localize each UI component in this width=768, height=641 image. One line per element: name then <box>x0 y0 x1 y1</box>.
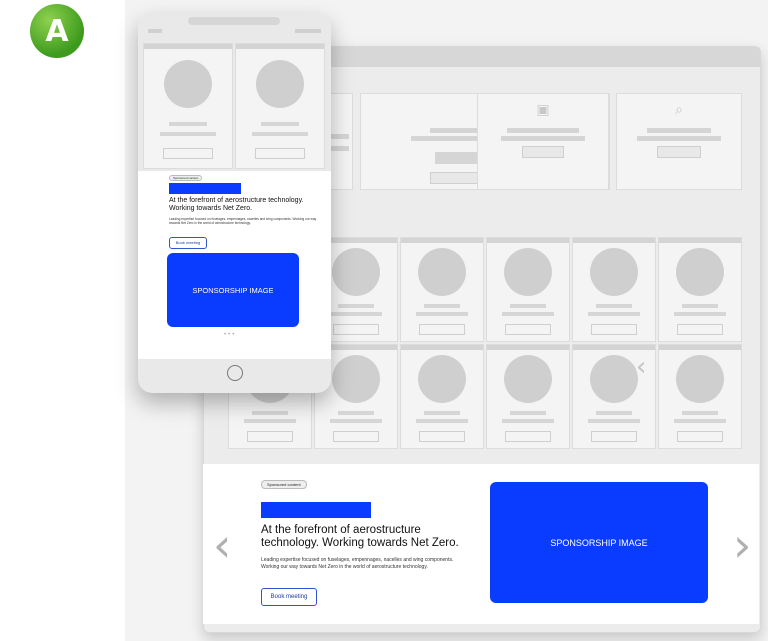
desktop-body: Leading expertise focused on fuselages, … <box>261 557 454 570</box>
mobile-headline: At the forefront of aerostructure techno… <box>169 197 304 212</box>
mobile-body: Leading expertise focused on fuselages, … <box>169 217 317 226</box>
sponsorship-image: SPONSORSHIP IMAGE <box>490 482 708 603</box>
feature-card[interactable]: ⌕ <box>616 93 742 190</box>
mobile-title-accent-bar <box>169 183 241 194</box>
status-icons <box>295 29 321 33</box>
profile-card[interactable] <box>400 237 484 342</box>
section-badge: A <box>30 4 84 58</box>
profile-card[interactable] <box>658 237 742 342</box>
mobile-mockup: Sponsored content At the forefront of ae… <box>138 13 331 393</box>
chat-icon: ▣ <box>536 102 550 118</box>
pagination-dots[interactable]: ••• <box>224 332 236 338</box>
status-time <box>148 29 162 33</box>
desktop-headline: At the forefront of aerostructure techno… <box>261 524 459 549</box>
mobile-profile-card[interactable] <box>235 43 325 169</box>
profile-card[interactable] <box>486 344 570 449</box>
next-chevron-icon[interactable]: › <box>733 522 751 568</box>
mobile-sponsored-tag: Sponsored content <box>169 175 203 181</box>
profile-card[interactable] <box>486 237 570 342</box>
search-icon: ⌕ <box>675 102 683 118</box>
card-button[interactable] <box>656 146 702 158</box>
phone-notch <box>188 17 280 25</box>
badge-letter: A <box>45 13 69 49</box>
mobile-profile-card[interactable] <box>143 43 233 169</box>
card-button[interactable] <box>522 146 564 158</box>
mobile-sponsorship-section: Sponsored content At the forefront of ae… <box>138 171 331 359</box>
profile-card[interactable] <box>658 344 742 449</box>
feature-card[interactable]: ▣ <box>477 93 609 190</box>
title-accent-bar <box>261 502 371 518</box>
home-button-icon[interactable] <box>226 365 243 381</box>
mobile-book-meeting-button[interactable]: Book meeting <box>169 237 207 249</box>
desktop-sponsorship-banner: ‹ Sponsored content At the forefront of … <box>203 464 759 624</box>
mobile-sponsorship-image: SPONSORSHIP IMAGE <box>167 253 299 327</box>
profile-card[interactable] <box>400 344 484 449</box>
book-meeting-button[interactable]: Book meeting <box>261 588 317 606</box>
sponsorship-image-label: SPONSORSHIP IMAGE <box>550 537 648 548</box>
carousel-mid-chevron-icon[interactable]: ‹ <box>636 352 646 382</box>
sponsored-tag: Sponsored content <box>261 480 307 489</box>
mobile-sponsorship-image-label: SPONSORSHIP IMAGE <box>192 285 274 295</box>
prev-chevron-icon[interactable]: ‹ <box>213 522 231 568</box>
profile-card[interactable] <box>572 237 656 342</box>
